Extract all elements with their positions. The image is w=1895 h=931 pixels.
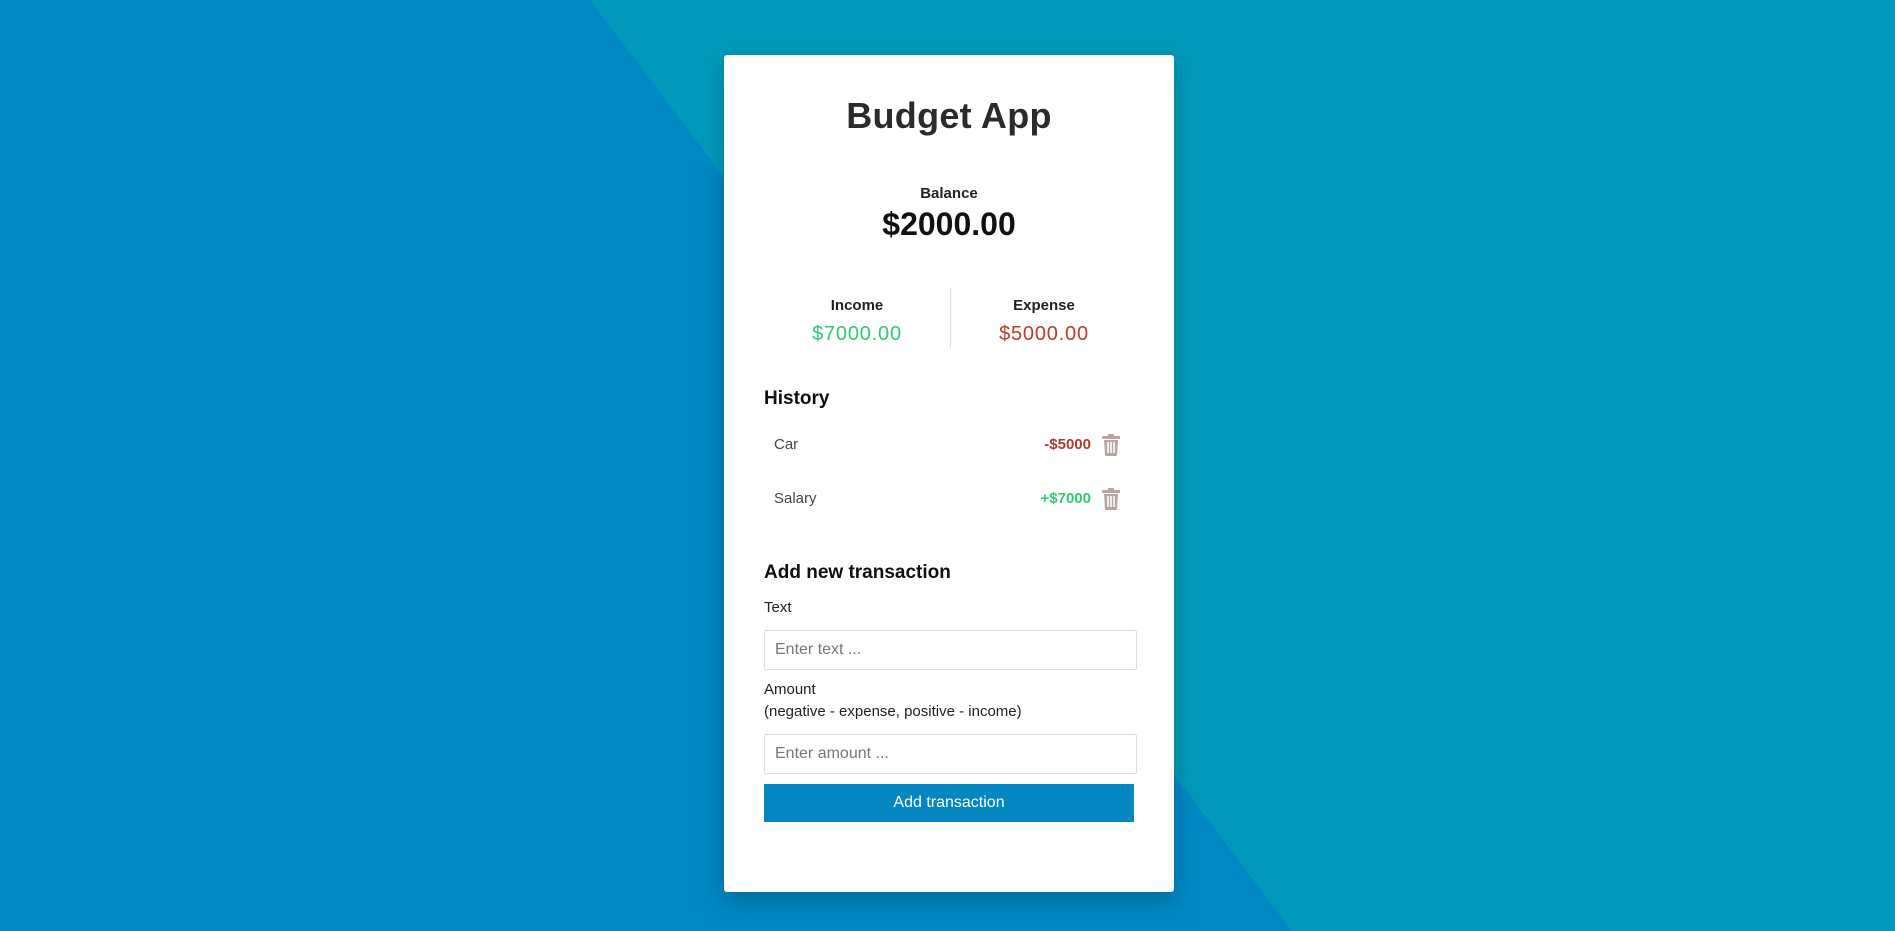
income-section: Income $7000.00 [764,288,950,348]
expense-section: Expense $5000.00 [951,288,1137,348]
transaction-amount: -$5000 [1044,436,1091,453]
list-item: Salary +$7000 [764,472,1137,526]
trash-icon[interactable] [1101,488,1121,510]
amount-field-label: Amount [764,681,816,698]
app-title: Budget App [846,95,1052,136]
add-transaction-title: Add new transaction [764,562,951,583]
income-value: $7000.00 [812,323,902,345]
balance-label: Balance [920,185,978,202]
transaction-amount: +$7000 [1040,490,1091,507]
text-input[interactable] [764,630,1137,670]
add-transaction-button[interactable]: Add transaction [764,784,1134,822]
transaction-text: Car [774,436,799,453]
amount-field-hint: (negative - expense, positive - income) [764,703,1022,720]
expense-value: $5000.00 [999,323,1089,345]
transaction-text: Salary [774,490,817,507]
expense-label: Expense [1013,297,1075,314]
budget-card: Budget App Balance $2000.00 Income $7000… [724,55,1174,892]
trash-icon[interactable] [1101,434,1121,456]
history-title: History [764,388,830,409]
amount-input[interactable] [764,734,1137,774]
transaction-list: Car -$5000 Salary +$7000 [764,418,1137,526]
list-item: Car -$5000 [764,418,1137,472]
text-field-label: Text [764,599,792,616]
income-label: Income [830,297,884,314]
balance-value: $2000.00 [882,206,1016,242]
income-expense-panel: Income $7000.00 Expense $5000.00 [764,288,1137,348]
